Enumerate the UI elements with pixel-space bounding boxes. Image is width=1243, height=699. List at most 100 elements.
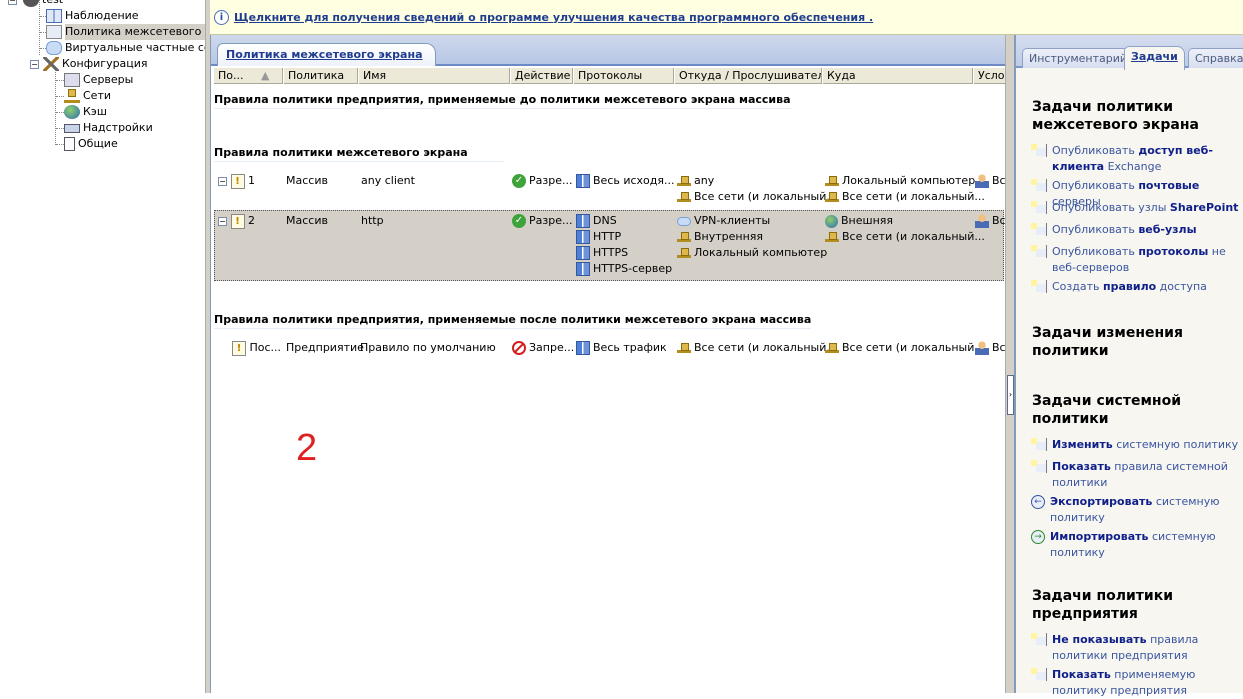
- section-firewall: Правила политики межсетевого экрана: [214, 146, 504, 162]
- task-icon: [1031, 245, 1047, 258]
- task-label: Не показывать правила политики предприят…: [1052, 633, 1199, 662]
- protocol-icon: [576, 214, 590, 228]
- task-link[interactable]: Опубликовать протоколы не веб-серверов: [1031, 244, 1241, 276]
- tree-item-firewall-policy[interactable]: Политика межсетевого экр: [46, 24, 205, 40]
- vpn-cloud-icon: [46, 41, 62, 55]
- task-icon: [1031, 223, 1047, 236]
- task-link[interactable]: Изменить системную политику: [1031, 437, 1241, 453]
- rule-icon: !: [230, 173, 245, 189]
- task-label: Экспортировать системную политику: [1050, 495, 1220, 524]
- general-icon: [64, 137, 75, 151]
- column-header: По... ▲ Политика Имя Действие Протоколы …: [213, 68, 1006, 84]
- network-set-icon: [677, 343, 691, 353]
- policy-icon: [46, 25, 62, 39]
- task-link[interactable]: ← Экспортировать системную политику: [1031, 494, 1241, 526]
- col-to[interactable]: Куда: [822, 68, 973, 84]
- task-link[interactable]: → Импортировать системную политику: [1031, 529, 1241, 561]
- network-icon: [677, 232, 691, 242]
- task-link[interactable]: Опубликовать веб-узлы: [1031, 222, 1241, 238]
- task-icon: [1031, 280, 1047, 293]
- tree-item-addins[interactable]: Надстройки: [64, 120, 153, 136]
- col-conditions[interactable]: Усло: [973, 68, 1006, 84]
- protocol-icon: [576, 246, 590, 260]
- protocol-icon: [576, 341, 590, 355]
- main-tabstrip: Политика межсетевого экрана: [211, 35, 1006, 66]
- users-icon: [975, 174, 989, 188]
- sort-asc-icon: ▲: [261, 69, 270, 82]
- tab-firewall-policy[interactable]: Политика межсетевого экрана: [217, 43, 436, 66]
- task-link[interactable]: Опубликовать узлы SharePoint: [1031, 200, 1241, 216]
- collapse-pane-icon[interactable]: ›: [1007, 375, 1014, 415]
- tab-help[interactable]: Справка: [1188, 48, 1243, 68]
- heading-edit-tasks: Задачи изменения политики: [1032, 325, 1183, 359]
- task-label: Опубликовать доступ веб-клиента Exchange: [1052, 144, 1213, 173]
- task-icon: [1031, 460, 1047, 473]
- section-before: Правила политики предприятия, применяемы…: [214, 93, 791, 109]
- task-icon: ←: [1031, 495, 1045, 509]
- task-icon: [1031, 438, 1047, 451]
- ceip-link[interactable]: Щелкните для получения сведений о програ…: [234, 11, 873, 24]
- globe-icon: [825, 214, 838, 228]
- col-policy[interactable]: Политика: [283, 68, 358, 84]
- table-row[interactable]: − ! 1 Массив any client ✓ Разре... Весь и…: [214, 171, 1006, 207]
- protocol-icon: [576, 262, 590, 276]
- task-label: Импортировать системную политику: [1050, 530, 1216, 559]
- network-set-icon: [825, 192, 839, 202]
- task-tabstrip: Инструментарий Задачи Справка: [1016, 35, 1243, 70]
- task-link[interactable]: Показать правила системной политики: [1031, 459, 1241, 491]
- collapse-icon[interactable]: −: [8, 0, 17, 5]
- task-link[interactable]: Не показывать правила политики предприят…: [1031, 632, 1241, 664]
- heading-firewall-tasks: Задачи политики межсетевого экрана: [1032, 99, 1199, 133]
- allow-icon: ✓: [512, 214, 526, 228]
- task-link[interactable]: Показать применяемую политику предприяти…: [1031, 667, 1241, 699]
- tab-tasks[interactable]: Задачи: [1124, 46, 1185, 70]
- task-icon: [1031, 633, 1047, 646]
- vpn-cloud-icon: [677, 216, 691, 226]
- network-set-icon: [825, 343, 839, 353]
- collapse-icon[interactable]: −: [30, 59, 39, 69]
- protocol-icon: [576, 230, 590, 244]
- firewall-policy-pane: Политика межсетевого экрана По... ▲ Поли…: [210, 35, 1006, 693]
- tree-item-general[interactable]: Общие: [64, 136, 118, 152]
- tree-item-cache[interactable]: Кэш: [64, 104, 107, 120]
- tree-item-servers[interactable]: Серверы: [64, 72, 133, 88]
- task-icon: [1031, 668, 1047, 681]
- col-order[interactable]: По... ▲: [213, 68, 283, 84]
- cache-icon: [64, 105, 80, 119]
- tree-item-monitoring[interactable]: Наблюдение: [46, 8, 139, 24]
- task-label: Показать применяемую политику предприяти…: [1052, 668, 1196, 697]
- allow-icon: ✓: [512, 174, 526, 188]
- tree-item-networks[interactable]: Сети: [64, 88, 111, 104]
- col-from[interactable]: Откуда / Прослушиватель: [674, 68, 822, 84]
- pane-splitter[interactable]: ›: [1005, 35, 1015, 693]
- table-row-default[interactable]: ! Пос... Предприятие Правило по умолчани…: [214, 339, 1006, 357]
- task-link[interactable]: Опубликовать доступ веб-клиента Exchange: [1031, 143, 1241, 175]
- task-link[interactable]: Создать правило доступа: [1031, 279, 1241, 295]
- tree-node-root[interactable]: −test: [8, 0, 63, 8]
- info-bar: i Щелкните для получения сведений о прог…: [210, 0, 1243, 35]
- network-set-icon: [825, 232, 839, 242]
- task-pane: Инструментарий Задачи Справка Задачи пол…: [1015, 35, 1243, 697]
- task-label: Опубликовать протоколы не веб-серверов: [1052, 245, 1226, 274]
- collapse-icon[interactable]: −: [218, 176, 227, 186]
- monitoring-icon: [46, 9, 62, 23]
- tree-item-vpn[interactable]: Виртуальные частные сети: [46, 40, 205, 56]
- network-icon: [825, 176, 839, 186]
- task-icon: [1031, 144, 1047, 157]
- task-label: Опубликовать веб-узлы: [1052, 223, 1197, 236]
- task-icon: [1031, 179, 1047, 192]
- col-action[interactable]: Действие: [510, 68, 573, 84]
- network-icon: [677, 248, 691, 258]
- col-name[interactable]: Имя: [358, 68, 510, 84]
- task-icon: →: [1031, 530, 1045, 544]
- rule-icon: !: [230, 213, 245, 229]
- collapse-icon[interactable]: −: [218, 216, 227, 226]
- col-protocols[interactable]: Протоколы: [573, 68, 674, 84]
- server-icon: [23, 0, 39, 7]
- tree-item-configuration[interactable]: − Конфигурация: [30, 56, 148, 72]
- tab-toolbox[interactable]: Инструментарий: [1022, 48, 1135, 68]
- deny-icon: [512, 341, 526, 355]
- network-set-icon: [677, 192, 691, 202]
- users-icon: [975, 214, 989, 228]
- table-row-selected[interactable]: − ! 2 Массив http ✓ Разре... DNS HTTP HTT…: [214, 210, 1006, 281]
